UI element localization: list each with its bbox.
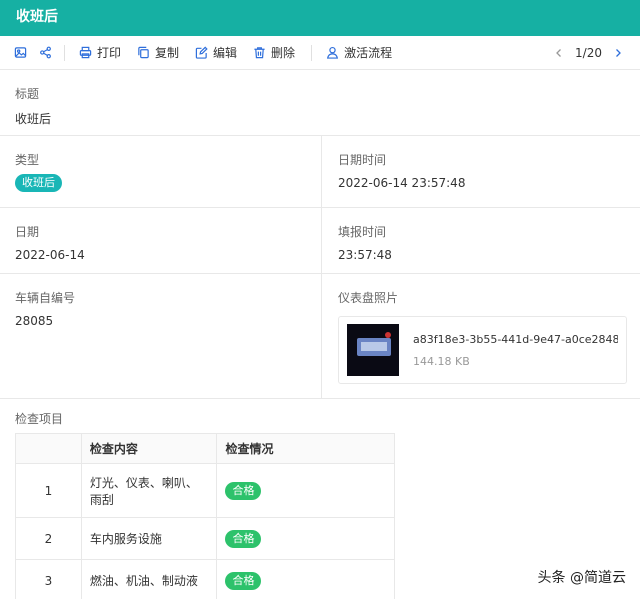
image-button[interactable]: [14, 42, 27, 64]
attachment-file-name: a83f18e3-3b55-441d-9e47-a0ce2848f3... .j…: [413, 332, 618, 346]
status-badge: 合格: [225, 481, 262, 500]
report-time-value: 23:57:48: [338, 248, 392, 262]
row-number: 2: [15, 517, 82, 560]
date-field: 日期 2022-06-14: [0, 208, 322, 273]
table-header-cell: 检查内容: [80, 433, 218, 464]
title-value: 收班后: [15, 112, 52, 126]
share-button[interactable]: [39, 42, 52, 64]
vehicle-value: 28085: [15, 314, 54, 328]
activate-workflow-label: 激活流程: [344, 46, 393, 60]
activate-workflow-button[interactable]: 激活流程: [326, 42, 392, 64]
status-badge: 合格: [225, 529, 262, 548]
datetime-label: 日期时间: [338, 153, 387, 167]
datetime-field: 日期时间 2022-06-14 23:57:48: [322, 136, 640, 207]
page-title: 收班后: [16, 9, 58, 25]
table-header-row: 检查内容 检查情况: [15, 433, 395, 464]
date-value: 2022-06-14: [15, 248, 85, 262]
vehicle-label: 车辆自编号: [15, 291, 76, 305]
delete-button[interactable]: 删除: [253, 42, 295, 64]
datetime-value: 2022-06-14 23:57:48: [338, 176, 466, 190]
row-number: 1: [15, 463, 82, 518]
table-header-cell: [15, 433, 82, 464]
inspection-status-cell: 合格: [216, 559, 395, 599]
copy-icon: [138, 46, 149, 59]
date-report-time-row: 日期 2022-06-14 填报时间 23:57:48: [0, 208, 640, 274]
title-row: 标题 收班后: [0, 70, 640, 136]
print-label: 打印: [97, 46, 122, 60]
report-time-label: 填报时间: [338, 225, 387, 239]
inspection-label: 检查项目: [15, 412, 64, 426]
attachment-info: a83f18e3-3b55-441d-9e47-a0ce2848f3... .j…: [413, 333, 618, 368]
copy-label: 复制: [155, 46, 180, 60]
inspection-section: 检查项目 检查内容 检查情况 1 灯光、仪表、喇叭、雨刮 合格 2 车内服务设施…: [15, 410, 395, 599]
dashboard-photo-label: 仪表盘照片: [338, 291, 399, 305]
inspection-content: 燃油、机油、制动液: [80, 559, 218, 599]
type-label: 类型: [15, 153, 40, 167]
print-button[interactable]: 打印: [79, 42, 121, 64]
dashboard-photo-field: 仪表盘照片 a83f18e3-3b55-441d-9e47-a0ce2848f3…: [322, 274, 640, 398]
trash-icon: [254, 47, 265, 59]
type-datetime-row: 类型 收班后 日期时间 2022-06-14 23:57:48: [0, 136, 640, 208]
type-tag: 收班后: [15, 174, 62, 192]
page-header: 收班后: [0, 0, 640, 36]
vehicle-field: 车辆自编号 28085: [0, 274, 322, 398]
date-label: 日期: [15, 225, 40, 239]
vehicle-photo-row: 车辆自编号 28085 仪表盘照片 a83f18e3-3b55-441d-9e4…: [0, 274, 640, 399]
user-icon: [326, 46, 339, 59]
table-header-cell: 检查情况: [216, 433, 395, 464]
toolbar-divider: [64, 44, 65, 61]
delete-label: 删除: [271, 46, 296, 60]
chevron-left-icon[interactable]: [551, 45, 567, 61]
inspection-table: 检查内容 检查情况 1 灯光、仪表、喇叭、雨刮 合格 2 车内服务设施 合格 3…: [15, 433, 395, 599]
pager: 1/20: [551, 36, 626, 70]
edit-button[interactable]: 编辑: [195, 42, 237, 64]
printer-icon: [79, 46, 92, 59]
inspection-content: 灯光、仪表、喇叭、雨刮: [80, 463, 218, 518]
watermark: 头条 @简道云: [537, 570, 626, 586]
inspection-status-cell: 合格: [216, 463, 395, 518]
toolbar: 打印 复制 编辑 删除 激活流程 1/20: [0, 36, 640, 70]
inspection-content: 车内服务设施: [80, 517, 218, 560]
report-time-field: 填报时间 23:57:48: [322, 208, 640, 273]
attachment-file-size: 144.18 KB: [413, 354, 470, 368]
dashboard-photo-thumbnail[interactable]: [347, 324, 399, 376]
share-icon: [40, 46, 51, 59]
status-badge: 合格: [225, 571, 262, 590]
chevron-right-icon[interactable]: [610, 45, 626, 61]
table-row: 1 灯光、仪表、喇叭、雨刮 合格: [15, 463, 395, 518]
title-field: 标题 收班后: [0, 70, 640, 135]
image-icon: [14, 47, 27, 58]
edit-icon: [195, 46, 208, 59]
attachment-card[interactable]: a83f18e3-3b55-441d-9e47-a0ce2848f3... .j…: [338, 316, 627, 384]
copy-button[interactable]: 复制: [137, 42, 179, 64]
type-field: 类型 收班后: [0, 136, 322, 207]
title-label: 标题: [15, 87, 40, 101]
inspection-status-cell: 合格: [216, 517, 395, 560]
edit-label: 编辑: [213, 46, 238, 60]
toolbar-divider: [311, 44, 313, 61]
table-row: 3 燃油、机油、制动液 合格: [15, 559, 395, 599]
page-indicator: 1/20: [575, 46, 602, 60]
row-number: 3: [15, 559, 82, 599]
table-row: 2 车内服务设施 合格: [15, 517, 395, 560]
